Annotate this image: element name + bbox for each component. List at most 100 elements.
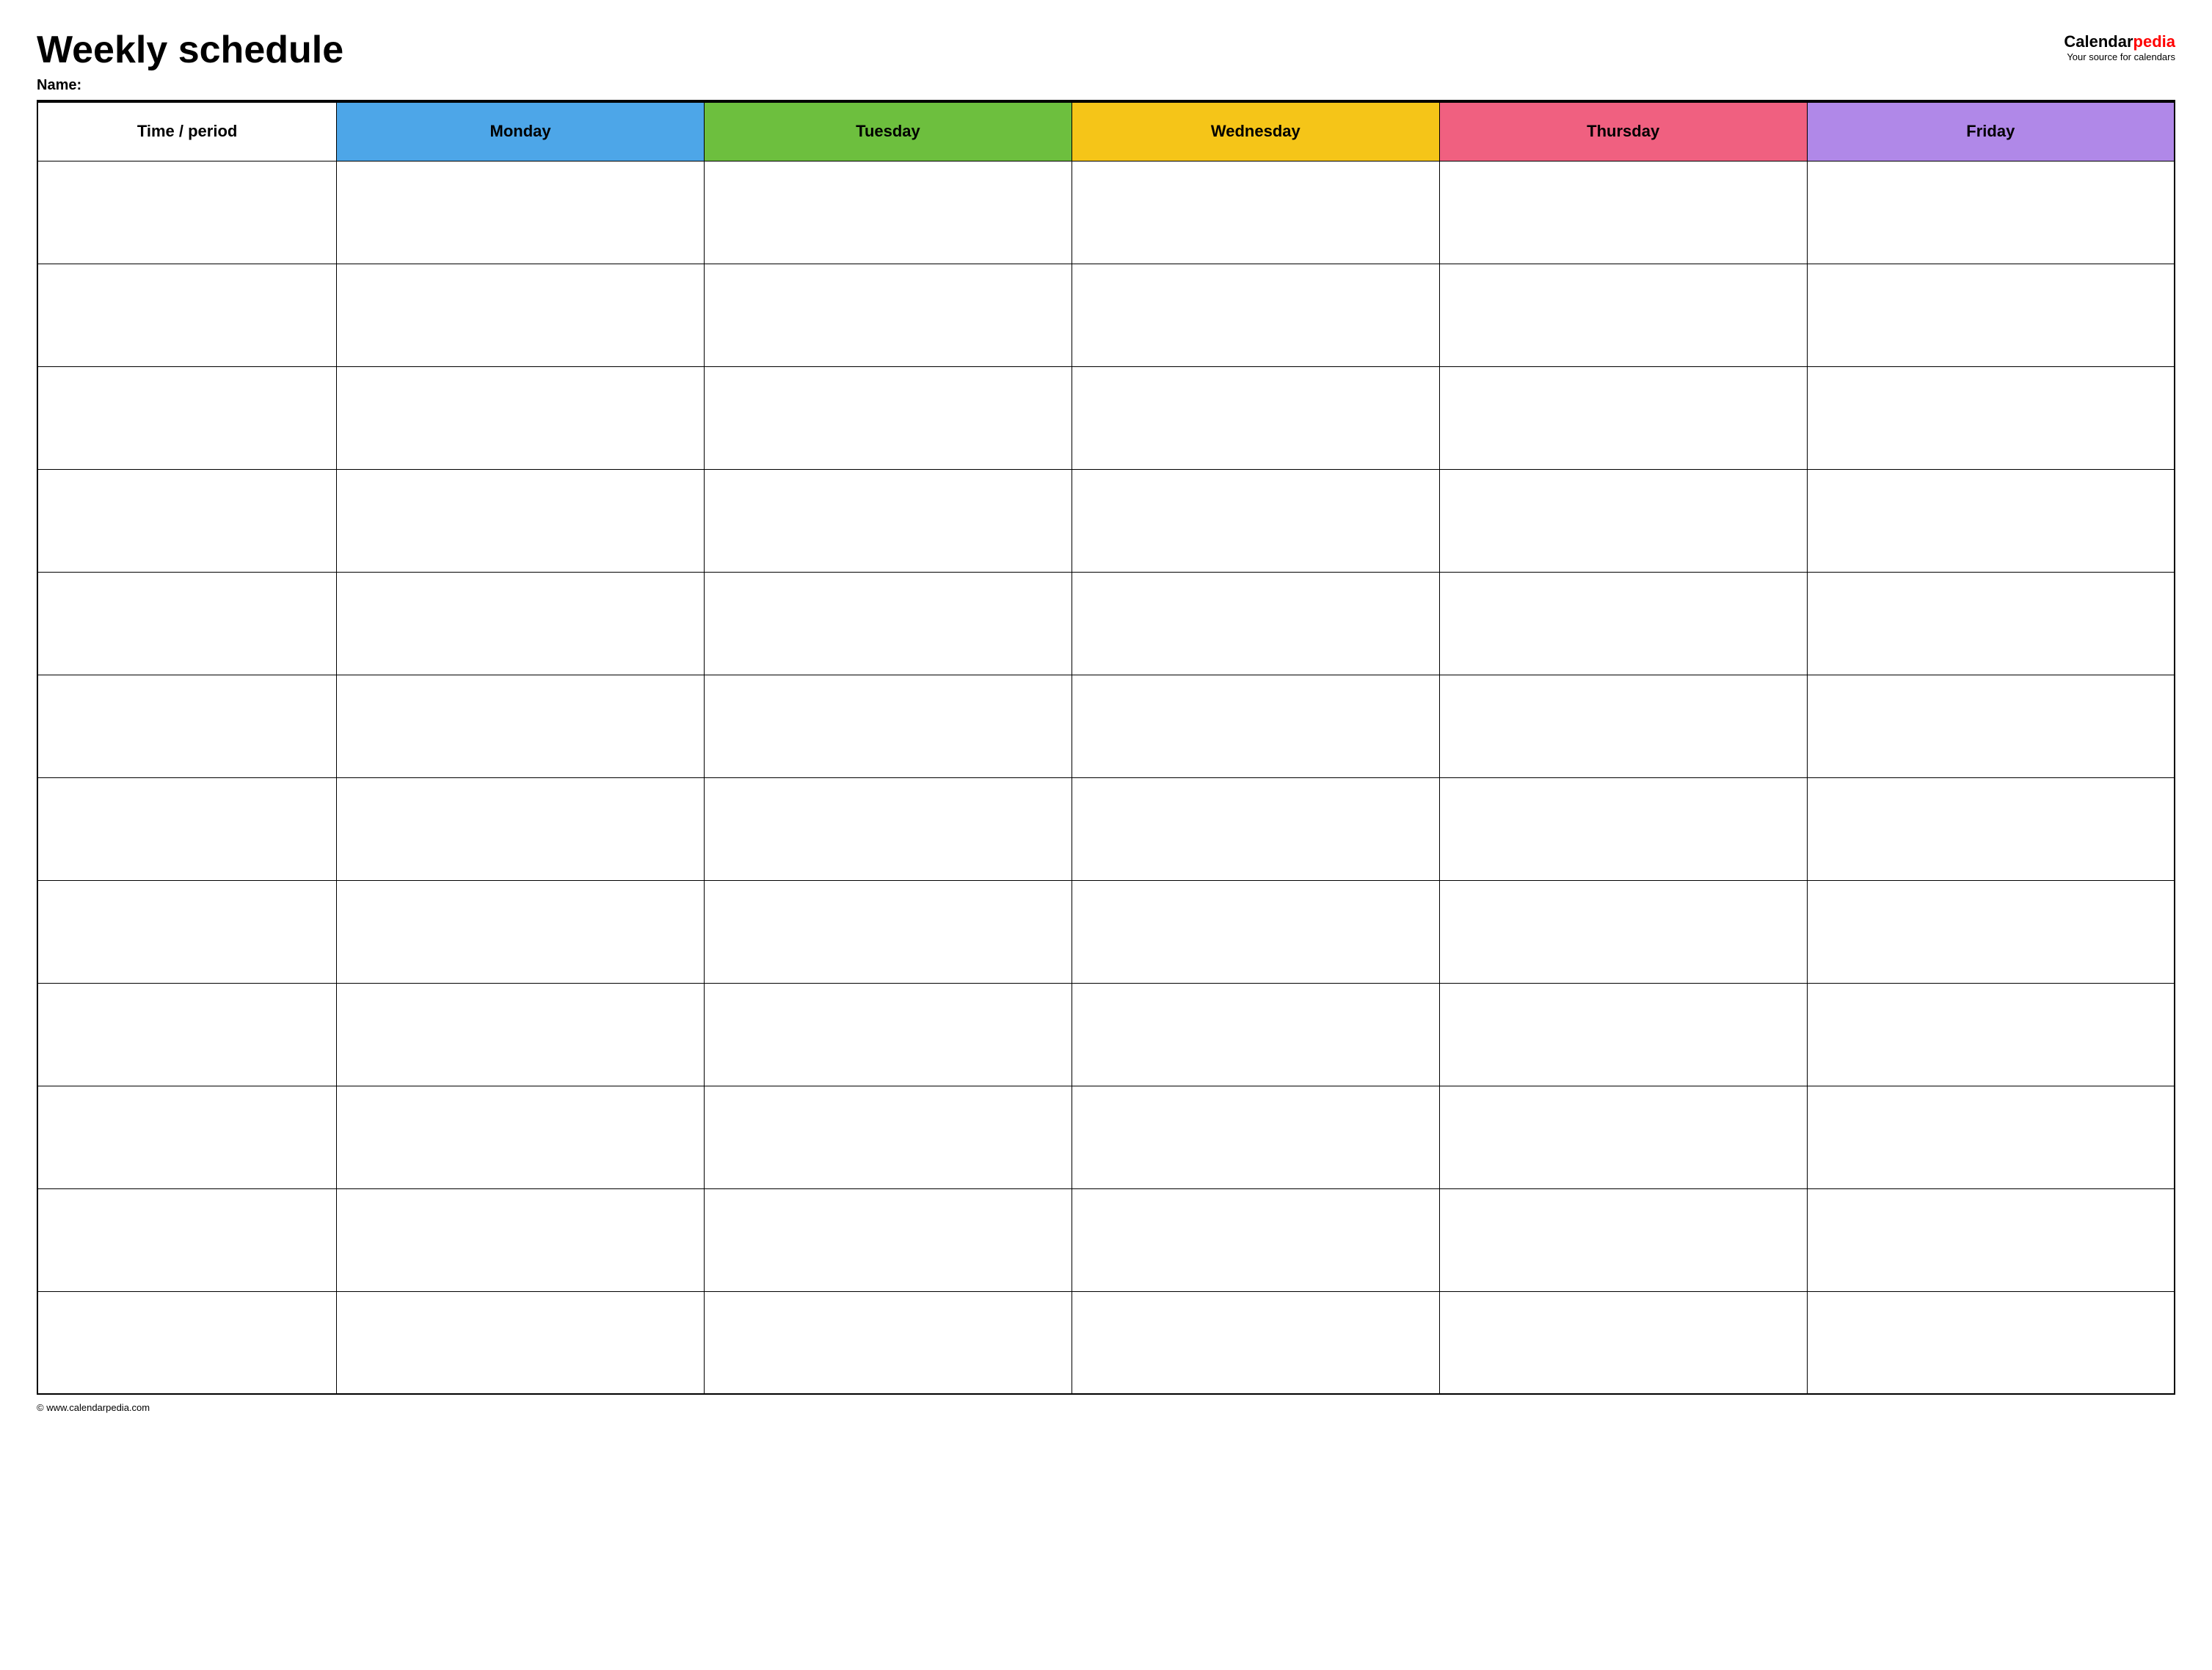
schedule-cell[interactable] [1439,264,1807,366]
time-cell[interactable] [37,469,337,572]
schedule-cell[interactable] [705,264,1072,366]
logo-tagline: Your source for calendars [2064,51,2175,62]
schedule-cell[interactable] [1807,983,2175,1086]
schedule-cell[interactable] [1072,161,1439,264]
col-header-thursday: Thursday [1439,102,1807,161]
schedule-cell[interactable] [1439,983,1807,1086]
schedule-cell[interactable] [337,1291,705,1394]
table-row [37,572,2175,675]
schedule-cell[interactable] [705,469,1072,572]
table-row [37,983,2175,1086]
schedule-cell[interactable] [705,880,1072,983]
schedule-cell[interactable] [705,572,1072,675]
schedule-cell[interactable] [337,1086,705,1188]
title-area: Weekly schedule Name: [37,29,2064,94]
schedule-cell[interactable] [1439,1291,1807,1394]
time-cell[interactable] [37,1188,337,1291]
schedule-cell[interactable] [1807,469,2175,572]
table-row [37,1188,2175,1291]
schedule-cell[interactable] [705,366,1072,469]
schedule-cell[interactable] [1439,1188,1807,1291]
logo-text: Calendarpedia [2064,32,2175,51]
time-cell[interactable] [37,983,337,1086]
schedule-cell[interactable] [1072,777,1439,880]
schedule-cell[interactable] [1807,880,2175,983]
schedule-cell[interactable] [337,366,705,469]
schedule-cell[interactable] [705,1188,1072,1291]
time-cell[interactable] [37,777,337,880]
schedule-cell[interactable] [1439,366,1807,469]
table-row [37,880,2175,983]
schedule-cell[interactable] [1807,366,2175,469]
table-body [37,161,2175,1394]
table-row [37,675,2175,777]
schedule-cell[interactable] [1807,264,2175,366]
table-header-row: Time / period Monday Tuesday Wednesday T… [37,102,2175,161]
col-header-monday: Monday [337,102,705,161]
schedule-cell[interactable] [1072,675,1439,777]
schedule-cell[interactable] [1439,572,1807,675]
schedule-cell[interactable] [337,1188,705,1291]
schedule-cell[interactable] [1439,469,1807,572]
schedule-cell[interactable] [1439,1086,1807,1188]
schedule-cell[interactable] [1807,1086,2175,1188]
time-cell[interactable] [37,572,337,675]
logo-pedia-part: pedia [2133,32,2175,51]
col-header-wednesday: Wednesday [1072,102,1439,161]
schedule-cell[interactable] [1439,880,1807,983]
schedule-cell[interactable] [705,983,1072,1086]
time-cell[interactable] [37,1291,337,1394]
schedule-cell[interactable] [705,777,1072,880]
schedule-cell[interactable] [1807,161,2175,264]
table-row [37,264,2175,366]
schedule-cell[interactable] [1072,572,1439,675]
schedule-cell[interactable] [337,264,705,366]
schedule-cell[interactable] [337,161,705,264]
schedule-cell[interactable] [337,469,705,572]
time-cell[interactable] [37,264,337,366]
schedule-cell[interactable] [1439,161,1807,264]
schedule-cell[interactable] [1072,366,1439,469]
schedule-cell[interactable] [705,1291,1072,1394]
time-cell[interactable] [37,366,337,469]
time-cell[interactable] [37,675,337,777]
schedule-cell[interactable] [1807,777,2175,880]
name-label: Name: [37,77,2064,94]
table-row [37,777,2175,880]
schedule-cell[interactable] [337,675,705,777]
logo-calendar-part: Calendar [2064,32,2133,51]
schedule-cell[interactable] [337,880,705,983]
time-cell[interactable] [37,161,337,264]
time-cell[interactable] [37,1086,337,1188]
schedule-cell[interactable] [1807,1291,2175,1394]
page-header: Weekly schedule Name: Calendarpedia Your… [37,29,2175,94]
schedule-cell[interactable] [1807,1188,2175,1291]
schedule-cell[interactable] [1072,1188,1439,1291]
schedule-cell[interactable] [705,161,1072,264]
col-header-friday: Friday [1807,102,2175,161]
page-title: Weekly schedule [37,29,2064,71]
schedule-cell[interactable] [337,777,705,880]
schedule-cell[interactable] [1439,675,1807,777]
schedule-cell[interactable] [1072,880,1439,983]
table-row [37,366,2175,469]
footer: © www.calendarpedia.com [37,1402,2175,1413]
schedule-cell[interactable] [1439,777,1807,880]
col-header-time: Time / period [37,102,337,161]
time-cell[interactable] [37,880,337,983]
schedule-cell[interactable] [337,572,705,675]
logo-area: Calendarpedia Your source for calendars [2064,32,2175,62]
schedule-cell[interactable] [1807,572,2175,675]
schedule-cell[interactable] [1072,983,1439,1086]
schedule-cell[interactable] [1072,469,1439,572]
schedule-cell[interactable] [705,1086,1072,1188]
schedule-cell[interactable] [1072,1086,1439,1188]
schedule-table: Time / period Monday Tuesday Wednesday T… [37,101,2175,1395]
schedule-cell[interactable] [1072,264,1439,366]
table-row [37,1086,2175,1188]
schedule-cell[interactable] [1807,675,2175,777]
table-row [37,161,2175,264]
schedule-cell[interactable] [337,983,705,1086]
schedule-cell[interactable] [705,675,1072,777]
schedule-cell[interactable] [1072,1291,1439,1394]
